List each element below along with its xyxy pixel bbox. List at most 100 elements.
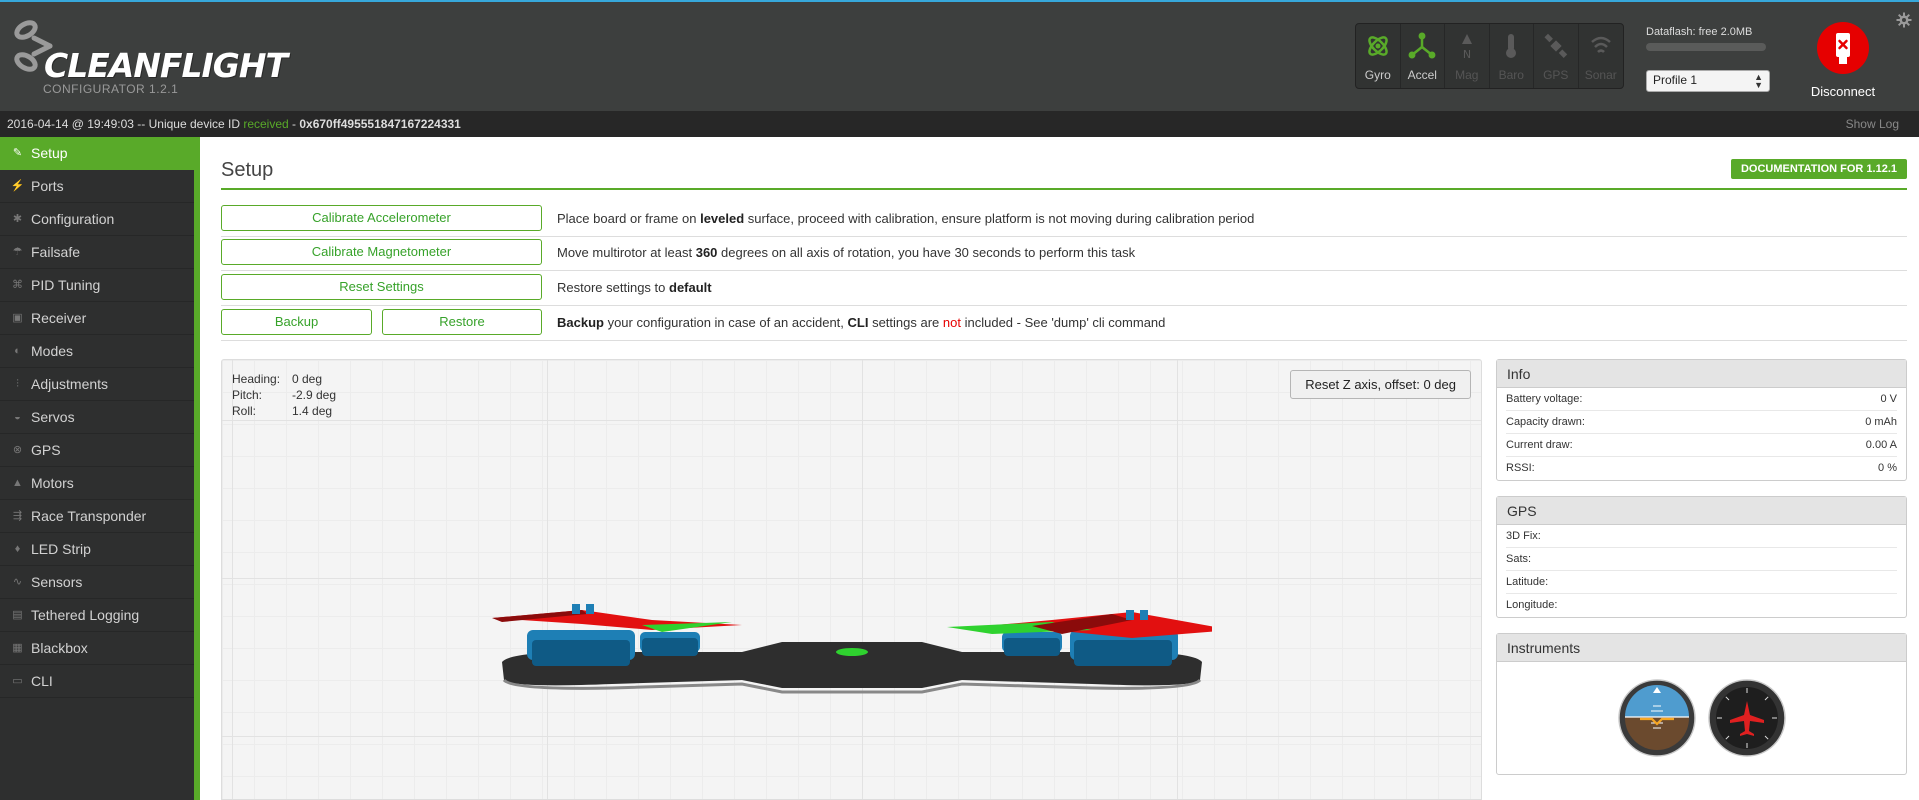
sidebar-item-label: Blackbox — [31, 639, 88, 656]
info-label: Battery voltage: — [1506, 393, 1583, 405]
gps-row: Sats: — [1506, 548, 1897, 571]
sensor-mag: N Mag — [1445, 24, 1490, 88]
pitch-value: -2.9 deg — [292, 388, 337, 402]
gps-row: Longitude: — [1506, 594, 1897, 617]
reset-z-axis-button[interactable]: Reset Z axis, offset: 0 deg — [1290, 370, 1471, 399]
pulse-icon: ∿ — [12, 575, 23, 588]
sidebar-item-label: Setup — [31, 144, 68, 161]
sliders-icon: ⫶ — [16, 377, 19, 390]
instruments-panel: Instruments — [1496, 633, 1907, 775]
mag-icon: N — [1461, 34, 1472, 60]
show-log-link[interactable]: Show Log — [1846, 111, 1899, 137]
app-version: CONFIGURATOR 1.2.1 — [43, 82, 179, 96]
info-label: Capacity drawn: — [1506, 416, 1585, 428]
device-id: 0x670ff495551847167224331 — [299, 117, 461, 131]
terminal-icon: ▭ — [12, 674, 23, 687]
sidebar-item-race-transponder[interactable]: ⇶ Race Transponder — [0, 500, 199, 533]
sensor-label: GPS — [1543, 68, 1569, 82]
roll-value: 1.4 deg — [292, 404, 333, 418]
description-text: Place board or frame on — [557, 211, 701, 226]
disconnect-button[interactable]: Disconnect — [1808, 22, 1878, 99]
restore-button[interactable]: Restore — [382, 309, 542, 335]
accel-icon — [1408, 32, 1436, 59]
status-received: received — [243, 117, 289, 131]
gps-label: Latitude: — [1506, 576, 1549, 588]
sidebar-item-led-strip[interactable]: ♦ LED Strip — [0, 533, 199, 566]
calibrate-magnetometer-button[interactable]: Calibrate Magnetometer — [221, 239, 542, 265]
sidebar-item-pid-tuning[interactable]: ⌘ PID Tuning — [0, 269, 199, 302]
heading-label: Heading: — [232, 372, 281, 386]
brand-name: CLEANFLIGHT — [44, 46, 288, 85]
backup-button[interactable]: Backup — [221, 309, 372, 335]
sidebar-item-sensors[interactable]: ∿ Sensors — [0, 566, 199, 599]
settings-gear-icon[interactable] — [1896, 12, 1912, 28]
gps-icon — [1544, 33, 1567, 58]
sidebar-item-failsafe[interactable]: ☂ Failsafe — [0, 236, 199, 269]
sidebar-item-label: CLI — [31, 672, 53, 689]
pitch-label: Pitch: — [232, 388, 263, 402]
dataflash-status: Dataflash: free 2.0MB — [1646, 26, 1772, 51]
page-title: Setup — [221, 159, 274, 181]
select-arrows-icon: ▲ ▼ — [1754, 72, 1763, 90]
sidebar-item-label: Servos — [31, 408, 75, 425]
sidebar-item-tethered-logging[interactable]: ▤ Tethered Logging — [0, 599, 199, 632]
sidebar-item-setup[interactable]: ✎ Setup — [0, 137, 199, 170]
description-emphasis: 360 — [695, 245, 718, 260]
sensor-gps: GPS — [1534, 24, 1579, 88]
info-label: Current draw: — [1506, 439, 1573, 451]
heading-value: 0 deg — [292, 372, 323, 386]
reset-settings-button[interactable]: Reset Settings — [221, 274, 542, 300]
instruments-panel-title: Instruments — [1497, 634, 1906, 662]
info-value: 0 V — [1880, 393, 1897, 405]
sidebar-item-label: Sensors — [31, 573, 83, 590]
title-divider — [221, 188, 1907, 190]
sidebar-item-configuration[interactable]: ✱ Configuration — [0, 203, 199, 236]
status-separator: - — [288, 117, 300, 131]
gps-label: Longitude: — [1506, 599, 1558, 611]
status-timestamp: 2016-04-14 @ 19:49:03 -- Unique device I… — [7, 117, 244, 131]
heading-indicator-icon — [1707, 679, 1786, 757]
pitch-row: Pitch: -2.9 deg — [232, 388, 336, 404]
baro-icon — [1506, 34, 1517, 58]
model-3d-view[interactable]: Heading: 0 deg Pitch: -2.9 deg Roll: 1.4 de… — [221, 359, 1482, 800]
sidebar-item-receiver[interactable]: ▣ Receiver — [0, 302, 199, 335]
sensor-accel: Accel — [1401, 24, 1445, 88]
transponder-icon: ⇶ — [12, 509, 23, 522]
led-icon: ♦ — [14, 542, 21, 555]
usb-disconnect-icon — [1817, 22, 1869, 74]
sidebar-item-label: Receiver — [31, 309, 87, 326]
info-panel-title: Info — [1497, 360, 1906, 388]
modes-icon: ◐ — [14, 344, 21, 357]
sidebar-item-cli[interactable]: ▭ CLI — [0, 665, 199, 698]
quadcopter-model-icon — [492, 604, 1212, 694]
sidebar-item-blackbox[interactable]: ▦ Blackbox — [0, 632, 199, 665]
sidebar-item-motors[interactable]: ▲ Motors — [0, 467, 199, 500]
receiver-icon: ▣ — [12, 311, 23, 324]
info-row: Capacity drawn: 0 mAh — [1506, 411, 1897, 434]
sidebar-item-servos[interactable]: ◒ Servos — [0, 401, 199, 434]
calibrate-mag-row: Calibrate Magnetometer Move multirotor a… — [221, 237, 1907, 271]
description-emphasis: Backup — [557, 315, 604, 330]
description-emphasis: leveled — [700, 211, 745, 226]
sidebar-item-modes[interactable]: ◐ Modes — [0, 335, 199, 368]
attitude-readout: Heading: 0 deg Pitch: -2.9 deg Roll: 1.4 de… — [232, 372, 336, 420]
sensor-label: Baro — [1498, 68, 1524, 82]
attitude-indicator-icon — [1617, 679, 1696, 757]
gps-row: 3D Fix: — [1506, 525, 1897, 548]
motor-icon: ▲ — [12, 476, 23, 489]
documentation-button[interactable]: DOCUMENTATION FOR 1.12.1 — [1730, 159, 1907, 179]
description-text: included - See 'dump' cli command — [960, 315, 1166, 330]
sensor-label: Gyro — [1364, 68, 1391, 82]
info-row: Current draw: 0.00 A — [1506, 434, 1897, 457]
sidebar-item-ports[interactable]: ⚡ Ports — [0, 170, 199, 203]
description-text: surface, proceed with calibration, ensur… — [744, 211, 1255, 226]
profile-select[interactable]: Profile 1 ▲ ▼ — [1646, 70, 1770, 92]
heading-row: Heading: 0 deg — [232, 372, 336, 388]
calibrate-accelerometer-button[interactable]: Calibrate Accelerometer — [221, 205, 542, 231]
sidebar-item-adjustments[interactable]: ⫶ Adjustments — [0, 368, 199, 401]
sidebar-item-gps[interactable]: ⊗ GPS — [0, 434, 199, 467]
parachute-icon: ☂ — [12, 245, 23, 258]
gps-label: 3D Fix: — [1506, 530, 1541, 542]
description-emphasis: CLI — [847, 315, 869, 330]
sensor-baro: Baro — [1490, 24, 1534, 88]
